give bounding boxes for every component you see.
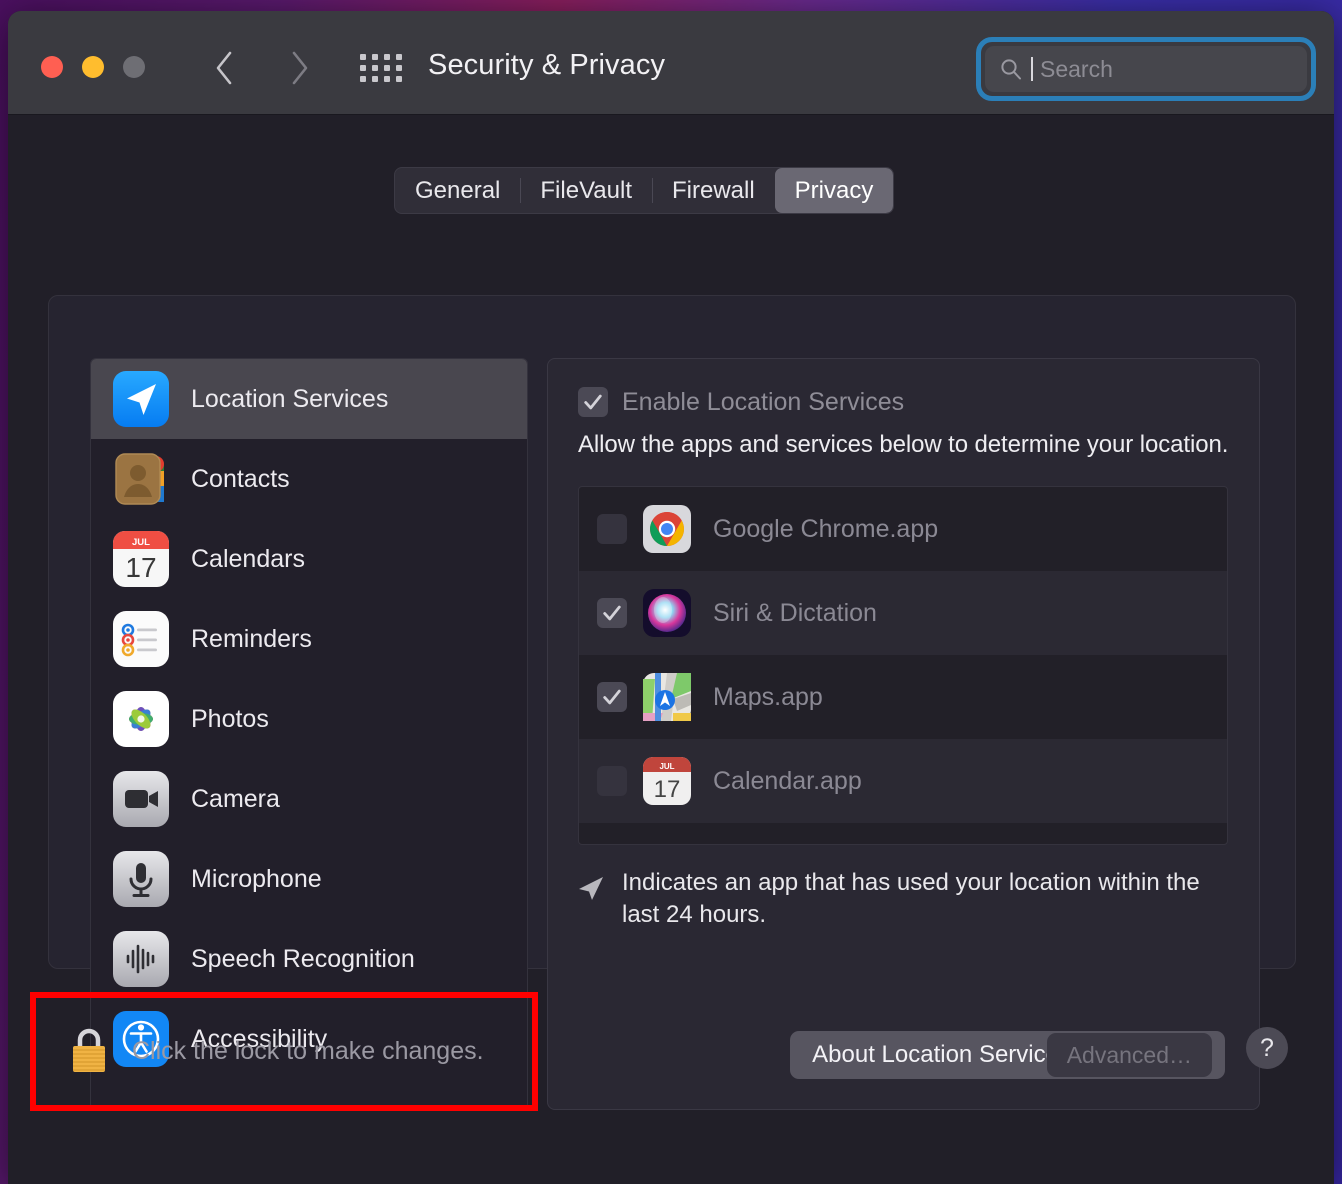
contacts-icon [115, 453, 164, 505]
search-icon [1001, 59, 1021, 80]
chevron-left-icon [216, 51, 232, 85]
app-name: Maps.app [713, 682, 823, 711]
table-row[interactable]: JUL 17 Calendar.app [579, 739, 1227, 823]
app-icon-partial [643, 841, 691, 845]
enable-location-services-label: Enable Location Services [622, 387, 905, 416]
text-cursor [1031, 57, 1033, 81]
tab-general[interactable]: General [395, 168, 520, 213]
privacy-panel: Location Services Contacts JUL 17 Calend… [48, 295, 1296, 1110]
sidebar-item-microphone[interactable]: Microphone [91, 839, 527, 919]
calendar-icon: JUL 17 [113, 531, 169, 587]
search-placeholder: Search [1040, 55, 1113, 82]
lock-button[interactable]: Click the lock to make changes. [36, 998, 532, 1105]
svg-text:JUL: JUL [132, 537, 150, 548]
calendar-icon: JUL 17 [643, 757, 691, 805]
sidebar-item-location-services[interactable]: Location Services [91, 359, 527, 439]
checkmark-icon [584, 394, 602, 410]
window-titlebar: Security & Privacy Search [8, 11, 1334, 115]
forward-button[interactable] [280, 47, 320, 89]
lock-message: Click the lock to make changes. [132, 1037, 484, 1065]
app-name: Google Chrome.app [713, 514, 939, 543]
sidebar-item-reminders[interactable]: Reminders [91, 599, 527, 679]
waveform-icon [113, 931, 169, 987]
location-arrow-icon [113, 371, 169, 427]
help-button[interactable]: ? [1246, 1027, 1288, 1069]
search-focus-ring: Search [976, 37, 1316, 101]
enable-location-services-row[interactable]: Enable Location Services [548, 359, 1259, 417]
chrome-icon [643, 505, 691, 553]
checkmark-icon [603, 689, 621, 705]
tab-filevault[interactable]: FileVault [520, 168, 652, 213]
maps-icon [643, 673, 691, 721]
lock-annotation-highlight: Click the lock to make changes. [30, 992, 538, 1111]
location-usage-note: Indicates an app that has used your loca… [576, 867, 1226, 931]
traffic-lights [41, 56, 145, 78]
sidebar-item-label: Microphone [191, 864, 322, 893]
app-permission-list[interactable]: Google Chrome.app Siri & Dictation Maps.… [578, 486, 1228, 845]
allow-description: Allow the apps and services below to det… [578, 431, 1229, 458]
svg-text:17: 17 [654, 776, 681, 803]
tab-firewall[interactable]: Firewall [651, 168, 775, 213]
sidebar-item-speech-recognition[interactable]: Speech Recognition [91, 919, 527, 999]
location-arrow-indicator-icon [579, 877, 603, 900]
back-button[interactable] [204, 47, 244, 89]
sidebar-item-label: Photos [191, 704, 269, 733]
sidebar-item-label: Location Services [191, 384, 389, 413]
show-all-preferences-icon[interactable] [360, 52, 402, 84]
sidebar-item-calendars[interactable]: JUL 17 Calendars [91, 519, 527, 599]
sidebar-item-photos[interactable]: Photos [91, 679, 527, 759]
lock-closed-icon [73, 1028, 105, 1072]
close-button[interactable] [41, 56, 63, 78]
page-title: Security & Privacy [428, 49, 666, 81]
sidebar-item-label: Camera [191, 784, 280, 813]
table-row[interactable]: Maps.app [579, 655, 1227, 739]
preferences-body: General FileVault Firewall Privacy Locat… [8, 115, 1334, 1184]
desktop-background: Security & Privacy Search General FileVa… [0, 0, 1342, 1184]
chevron-right-icon [292, 51, 308, 85]
microphone-icon [113, 851, 169, 907]
app-checkbox[interactable] [597, 514, 627, 544]
checkmark-icon [603, 605, 621, 621]
table-row[interactable]: Siri & Dictation [579, 571, 1227, 655]
svg-text:JUL: JUL [659, 762, 674, 771]
system-preferences-window: Security & Privacy Search General FileVa… [8, 11, 1334, 1184]
camera-icon [113, 771, 169, 827]
sidebar-item-label: Calendars [191, 544, 305, 573]
advanced-button[interactable]: Advanced… [1046, 1033, 1212, 1077]
app-checkbox[interactable] [597, 682, 627, 712]
app-checkbox[interactable] [597, 766, 627, 796]
svg-text:17: 17 [125, 552, 156, 583]
siri-icon [643, 589, 691, 637]
minimize-button[interactable] [82, 56, 104, 78]
sidebar-item-contacts[interactable]: Contacts [91, 439, 527, 519]
table-row[interactable]: Google Chrome.app [579, 487, 1227, 571]
enable-location-services-checkbox[interactable] [578, 387, 608, 417]
tab-privacy[interactable]: Privacy [774, 168, 894, 213]
tab-bar: General FileVault Firewall Privacy [394, 167, 895, 214]
app-checkbox[interactable] [597, 598, 627, 628]
location-services-detail: Enable Location Services Allow the apps … [547, 358, 1260, 1110]
app-name: Calendar.app [713, 766, 862, 795]
photos-icon [113, 691, 169, 747]
note-text: Indicates an app that has used your loca… [622, 869, 1200, 928]
app-name: Siri & Dictation [713, 598, 877, 627]
reminders-icon [113, 611, 169, 667]
table-row-partial[interactable] [579, 823, 1227, 845]
zoom-button[interactable] [123, 56, 145, 78]
sidebar-item-camera[interactable]: Camera [91, 759, 527, 839]
sidebar-item-label: Contacts [191, 464, 290, 493]
sidebar-item-label: Reminders [191, 624, 312, 653]
sidebar-item-label: Speech Recognition [191, 944, 415, 973]
search-input[interactable]: Search [985, 46, 1307, 92]
